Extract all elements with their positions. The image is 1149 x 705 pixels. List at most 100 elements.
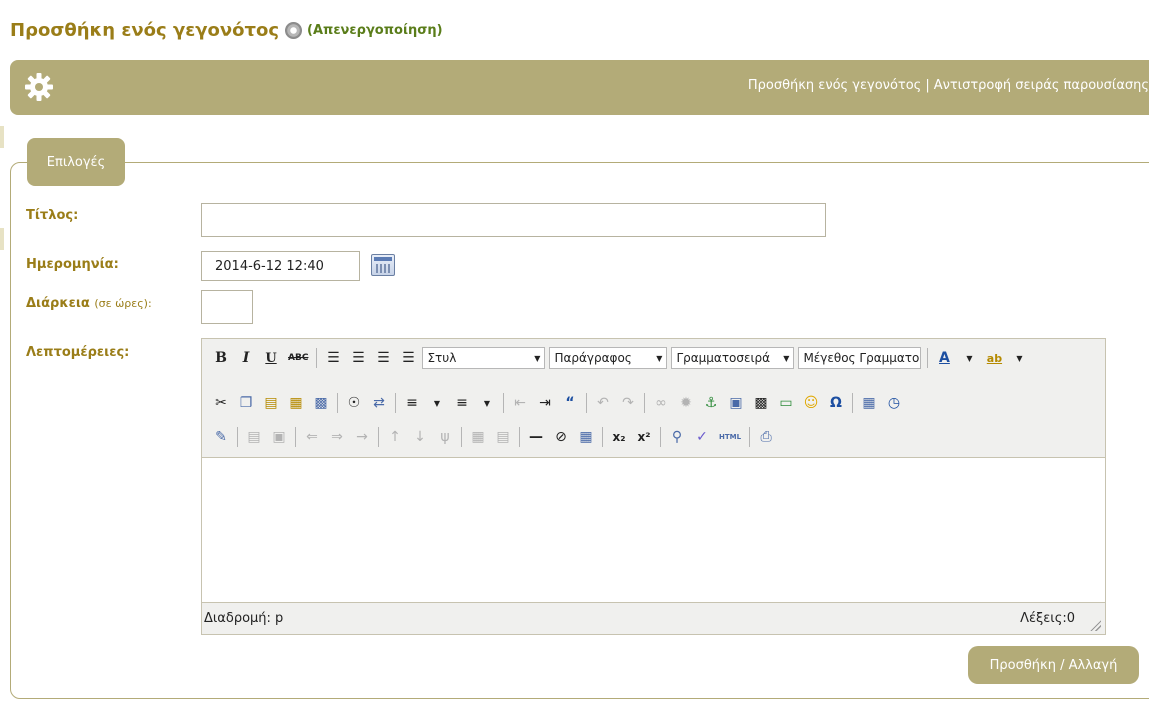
insert-time-icon[interactable]: ◷ [883, 391, 905, 415]
find-icon[interactable]: ☉ [343, 391, 365, 415]
editor-status-path: Διαδρομή: p [204, 611, 284, 626]
toolbar-separator [337, 393, 338, 413]
help-circle-icon[interactable] [285, 22, 303, 39]
align-right-icon[interactable]: ☰ [372, 346, 394, 370]
copy-icon[interactable]: ❐ [235, 391, 257, 415]
italic-button[interactable]: I [235, 346, 257, 370]
html-source-icon[interactable]: HTML [716, 425, 744, 449]
undo-icon[interactable]: ↶ [592, 391, 614, 415]
editor-word-count: Λέξεις:0 [1020, 611, 1075, 626]
emoticon-icon[interactable]: ☺ [800, 391, 822, 415]
media-icon[interactable]: ▩ [750, 391, 772, 415]
toolbar-separator [644, 393, 645, 413]
unlink-icon[interactable]: ✹ [675, 391, 697, 415]
duration-input[interactable] [201, 290, 253, 324]
format-select[interactable]: Παράγραφος ▼ [549, 347, 668, 369]
paste-text-icon[interactable]: ▦ [285, 391, 307, 415]
top-toolbar: Προσθήκη ενός γεγονότος | Αντιστροφή σειρά… [10, 60, 1149, 115]
toolbar-separator [927, 348, 929, 368]
align-center-icon[interactable]: ☰ [347, 346, 369, 370]
reverse-order-link[interactable]: Αντιστροφή σειράς παρουσίασης [934, 78, 1149, 93]
numbered-list-dropdown-icon[interactable]: ▼ [476, 391, 498, 415]
sidebar-fragment [0, 228, 4, 250]
remove-format-icon[interactable]: ⊘ [550, 425, 572, 449]
details-label: Λεπτομέρειες: [26, 345, 130, 360]
preview-icon[interactable]: ⚲ [666, 425, 688, 449]
highlight-color-dropdown-icon[interactable]: ▼ [1008, 346, 1030, 370]
duration-label-text: Διάρκεια [26, 296, 90, 311]
edit-css-icon[interactable]: ✎ [210, 425, 232, 449]
editor-toolbar-row-1: B I U ABC ☰ ☰ ☰ ☰ Στυλ ▼ Παράγραφος ▼ Γραμ… [210, 345, 1033, 371]
style-select[interactable]: Στυλ ▼ [422, 347, 546, 369]
editor-content-area[interactable] [202, 457, 1105, 603]
toolbar-separator [295, 427, 296, 447]
superscript-icon[interactable]: x² [633, 425, 655, 449]
row-before-icon[interactable]: ⇐ [301, 425, 323, 449]
col-before-icon[interactable]: ↑ [384, 425, 406, 449]
print-icon[interactable]: ⎙ [755, 425, 777, 449]
bold-button[interactable]: B [210, 346, 232, 370]
dropdown-arrow-icon: ▼ [783, 353, 790, 363]
image-icon[interactable]: ▣ [725, 391, 747, 415]
format-select-value: Παράγραφος [554, 351, 632, 365]
row-after-icon[interactable]: ⇒ [326, 425, 348, 449]
sidebar-fragment [0, 126, 4, 148]
split-cells-icon[interactable]: ▦ [467, 425, 489, 449]
gear-icon[interactable] [24, 72, 54, 102]
bullet-list-icon[interactable]: ≡ [401, 391, 423, 415]
link-separator: | [925, 78, 930, 93]
link-icon[interactable]: ∞ [650, 391, 672, 415]
align-justify-icon[interactable]: ☰ [397, 346, 419, 370]
redo-icon[interactable]: ↷ [617, 391, 639, 415]
toolbar-separator [237, 427, 238, 447]
resize-grip-icon[interactable] [1089, 619, 1101, 631]
calendar-icon[interactable] [371, 254, 395, 276]
indent-icon[interactable]: ⇥ [534, 391, 556, 415]
table-cell-props-icon[interactable]: ▣ [268, 425, 290, 449]
delete-col-icon[interactable]: ψ [434, 425, 456, 449]
text-color-icon[interactable]: A [933, 346, 955, 370]
special-char-icon[interactable]: Ω [825, 391, 847, 415]
paste-word-icon[interactable]: ▩ [310, 391, 332, 415]
cut-icon[interactable]: ✂ [210, 391, 232, 415]
date-input[interactable] [201, 251, 360, 281]
blockquote-icon[interactable]: “ [559, 391, 581, 415]
strikethrough-button[interactable]: ABC [285, 346, 311, 370]
align-left-icon[interactable]: ☰ [322, 346, 344, 370]
toolbar-separator [852, 393, 853, 413]
font-select[interactable]: Γραμματοσειρά ▼ [671, 347, 795, 369]
highlight-color-icon[interactable]: ab [983, 346, 1005, 370]
anchor-icon[interactable]: ⚓ [700, 391, 722, 415]
horizontal-rule-icon[interactable]: — [525, 425, 547, 449]
rich-text-editor: B I U ABC ☰ ☰ ☰ ☰ Στυλ ▼ Παράγραφος ▼ Γραμ… [201, 338, 1106, 635]
col-after-icon[interactable]: ↓ [409, 425, 431, 449]
add-event-link[interactable]: Προσθήκη ενός γεγονότος [748, 78, 921, 93]
duration-hint: (σε ώρες): [94, 297, 152, 310]
font-size-select[interactable]: Μέγεθος Γραμματοσειράς▼ [798, 347, 922, 369]
editor-toolbar-row-2: ✂ ❐ ▤ ▦ ▩ ☉ ⇄ ≡ ▼ ≡ ▼ ⇤ ⇥ “ ↶ ↷ ∞ ✹ ⚓ ▣ … [210, 390, 908, 416]
cleanup-icon[interactable]: ✓ [691, 425, 713, 449]
paste-icon[interactable]: ▤ [260, 391, 282, 415]
underline-button[interactable]: U [260, 346, 282, 370]
dropdown-arrow-icon: ▼ [534, 353, 541, 363]
subscript-icon[interactable]: x₂ [608, 425, 630, 449]
deactivate-link[interactable]: (Απενεργοποίηση) [307, 23, 443, 38]
video-icon[interactable]: ▭ [775, 391, 797, 415]
text-color-dropdown-icon[interactable]: ▼ [958, 346, 980, 370]
insert-date-icon[interactable]: ▦ [858, 391, 880, 415]
font-select-value: Γραμματοσειρά [676, 351, 771, 365]
date-label: Ημερομηνία: [26, 257, 119, 272]
insert-table-icon[interactable]: ▦ [575, 425, 597, 449]
replace-icon[interactable]: ⇄ [368, 391, 390, 415]
submit-button[interactable]: Προσθήκη / Αλλαγή [968, 646, 1139, 684]
outdent-icon[interactable]: ⇤ [509, 391, 531, 415]
toolbar-separator [749, 427, 751, 447]
delete-row-icon[interactable]: → [351, 425, 373, 449]
title-input[interactable] [201, 203, 826, 237]
table-row-props-icon[interactable]: ▤ [243, 425, 265, 449]
bullet-list-dropdown-icon[interactable]: ▼ [426, 391, 448, 415]
merge-cells-icon[interactable]: ▤ [492, 425, 514, 449]
duration-label: Διάρκεια (σε ώρες): [26, 296, 152, 311]
numbered-list-icon[interactable]: ≡ [451, 391, 473, 415]
title-label: Τίτλος: [26, 208, 79, 223]
